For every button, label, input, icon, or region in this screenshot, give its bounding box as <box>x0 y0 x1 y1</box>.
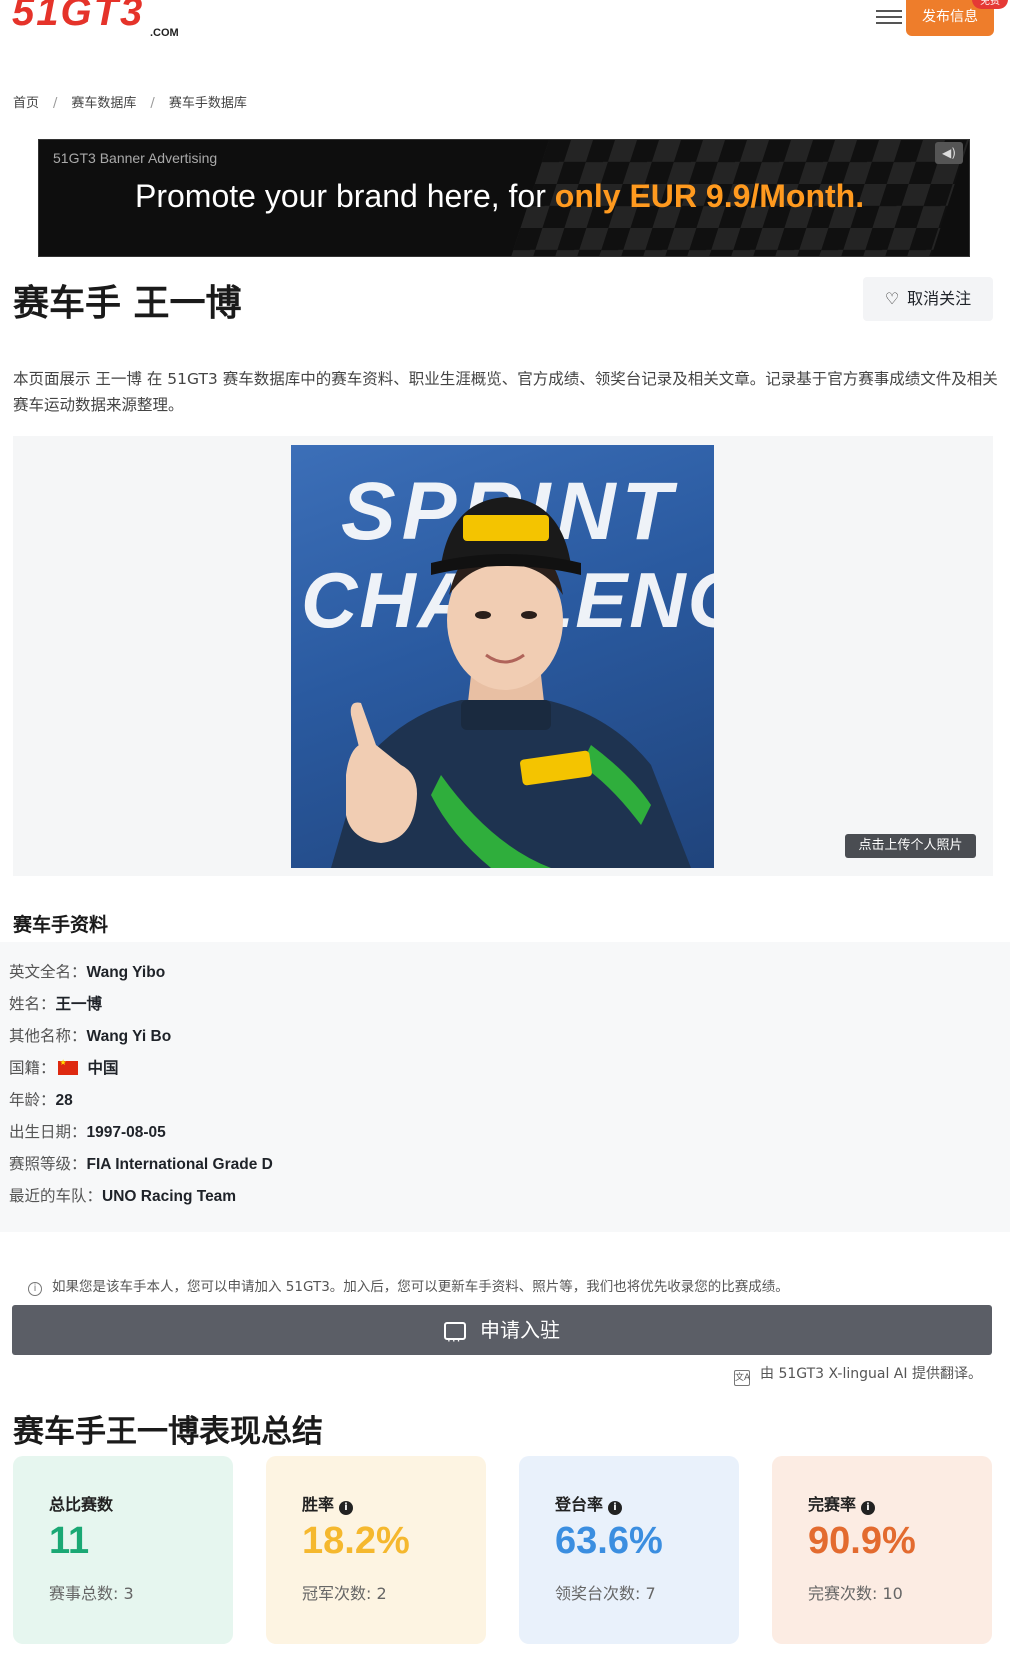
profile-value: 王一博 <box>55 996 103 1013</box>
profile-label: 最近的车队： <box>9 1187 103 1205</box>
translate-icon: 文A <box>734 1370 750 1386</box>
stat-value: 90.9% <box>808 1520 916 1562</box>
breadcrumb-driver-db[interactable]: 赛车手数据库 <box>169 92 247 111</box>
stat-label-text: 胜率 <box>302 1495 335 1514</box>
site-logo[interactable]: 51GT3 .COM <box>12 0 198 44</box>
profile-row-aliases: 其他名称：Wang Yi Bo <box>9 1024 171 1046</box>
stat-subtext: 冠军次数: 2 <box>302 1584 387 1603</box>
stat-card-win-rate: 胜率 i 18.2% 冠军次数: 2 <box>266 1456 486 1644</box>
profile-label: 年龄： <box>9 1091 56 1109</box>
stat-label: 胜率 i <box>302 1491 354 1515</box>
stat-value: 11 <box>49 1520 90 1562</box>
profile-label: 赛照等级： <box>9 1155 87 1173</box>
broken-heart-icon: ♡ <box>884 289 900 308</box>
profile-label: 英文全名： <box>9 963 87 981</box>
chat-icon <box>444 1316 466 1366</box>
profile-label: 姓名： <box>9 995 56 1013</box>
profile-row-english-name: 英文全名：Wang Yibo <box>9 960 165 982</box>
megaphone-icon[interactable]: ◀) <box>935 142 963 164</box>
banner-headline-text: Promote your brand here, for <box>135 178 555 214</box>
translation-note: 文A 由 51GT3 X-lingual AI 提供翻译。 <box>734 1363 982 1386</box>
stat-label-text: 登台率 <box>555 1495 604 1514</box>
photo-area: SPRINT CHALLENGE 点击上 <box>13 436 993 876</box>
summary-title: 赛车手王一博表现总结 <box>13 1414 323 1450</box>
stat-subtext: 完赛次数: 10 <box>808 1584 903 1603</box>
breadcrumb-separator: / <box>150 96 155 111</box>
profile-label: 其他名称： <box>9 1027 87 1045</box>
stat-label-text: 完赛率 <box>808 1495 857 1514</box>
join-note-text: 如果您是该车手本人，您可以申请加入 51GT3。加入后，您可以更新车手资料、照片… <box>52 1279 789 1295</box>
stat-card-podium-rate: 登台率 i 63.6% 领奖台次数: 7 <box>519 1456 739 1644</box>
breadcrumb-separator: / <box>53 96 58 111</box>
upload-photo-button[interactable]: 点击上传个人照片 <box>845 834 976 858</box>
driver-figure <box>331 497 691 868</box>
profile-label: 出生日期： <box>9 1123 87 1141</box>
apply-join-label: 申请入驻 <box>480 1318 560 1342</box>
info-icon: i <box>28 1282 42 1296</box>
profile-value: FIA International Grade D <box>86 1156 273 1173</box>
site-header: 51GT3 .COM 发布信息 免费 <box>0 0 1026 48</box>
profile-value: Wang Yi Bo <box>86 1028 172 1045</box>
join-note: i 如果您是该车手本人，您可以申请加入 51GT3。加入后，您可以更新车手资料、照… <box>28 1275 789 1296</box>
stat-label-text: 总比赛数 <box>49 1495 114 1514</box>
breadcrumb-home[interactable]: 首页 <box>13 92 39 111</box>
page-title: 赛车手 王一博 <box>13 283 242 324</box>
profile-value: 28 <box>55 1092 73 1109</box>
profile-value: 1997-08-05 <box>86 1124 166 1141</box>
breadcrumb: 首页 / 赛车数据库 / 赛车手数据库 <box>13 92 247 111</box>
profile-panel: 英文全名：Wang Yibo 姓名：王一博 其他名称：Wang Yi Bo 国籍… <box>0 942 1010 1232</box>
unfollow-label: 取消关注 <box>907 289 972 308</box>
profile-row-nationality: 国籍： 中国 <box>9 1056 119 1078</box>
profile-row-recent-team: 最近的车队：UNO Racing Team <box>9 1184 236 1206</box>
profile-value: 中国 <box>87 1060 119 1077</box>
stat-value: 18.2% <box>302 1520 410 1562</box>
stat-label: 登台率 i <box>555 1491 623 1515</box>
logo-mark: 51GT3 <box>12 0 145 34</box>
profile-value: UNO Racing Team <box>102 1188 237 1205</box>
ad-banner[interactable]: 51GT3 Banner Advertising Promote your br… <box>38 139 970 257</box>
banner-headline: Promote your brand here, for only EUR 9.… <box>135 178 864 215</box>
page-intro: 本页面展示 王一博 在 51GT3 赛车数据库中的赛车资料、职业生涯概览、官方成… <box>13 370 998 414</box>
free-badge: 免费 <box>972 0 1008 9</box>
stat-card-total-races: 总比赛数 11 赛事总数: 3 <box>13 1456 233 1644</box>
hamburger-menu-icon[interactable] <box>876 6 902 30</box>
stat-label: 总比赛数 <box>49 1491 113 1515</box>
translation-note-text: 由 51GT3 X-lingual AI 提供翻译。 <box>760 1366 982 1382</box>
banner-caption: 51GT3 Banner Advertising <box>53 150 218 166</box>
profile-label: 国籍： <box>9 1059 56 1077</box>
profile-row-birthdate: 出生日期：1997-08-05 <box>9 1120 166 1142</box>
profile-section-title: 赛车手资料 <box>13 914 109 936</box>
driver-photo: SPRINT CHALLENGE <box>291 445 714 868</box>
stat-label: 完赛率 i <box>808 1491 876 1515</box>
stat-card-finish-rate: 完赛率 i 90.9% 完赛次数: 10 <box>772 1456 992 1644</box>
stat-subtext: 领奖台次数: 7 <box>555 1584 656 1603</box>
stat-value: 63.6% <box>555 1520 663 1562</box>
info-icon[interactable]: i <box>608 1501 623 1515</box>
banner-highlight: only EUR 9.9/Month. <box>554 178 865 214</box>
profile-row-age: 年龄：28 <box>9 1088 73 1110</box>
apply-join-button[interactable]: 申请入驻 <box>12 1305 992 1366</box>
info-icon[interactable]: i <box>339 1501 354 1515</box>
profile-value: Wang Yibo <box>86 964 166 981</box>
china-flag-icon <box>57 1058 78 1075</box>
unfollow-button[interactable]: ♡ 取消关注 <box>863 277 993 321</box>
stat-subtext: 赛事总数: 3 <box>49 1584 134 1603</box>
profile-row-license: 赛照等级：FIA International Grade D <box>9 1152 273 1174</box>
profile-row-name: 姓名：王一博 <box>9 992 102 1014</box>
logo-domain: .COM <box>150 27 179 39</box>
info-icon[interactable]: i <box>861 1501 876 1515</box>
breadcrumb-racing-db[interactable]: 赛车数据库 <box>71 92 136 111</box>
